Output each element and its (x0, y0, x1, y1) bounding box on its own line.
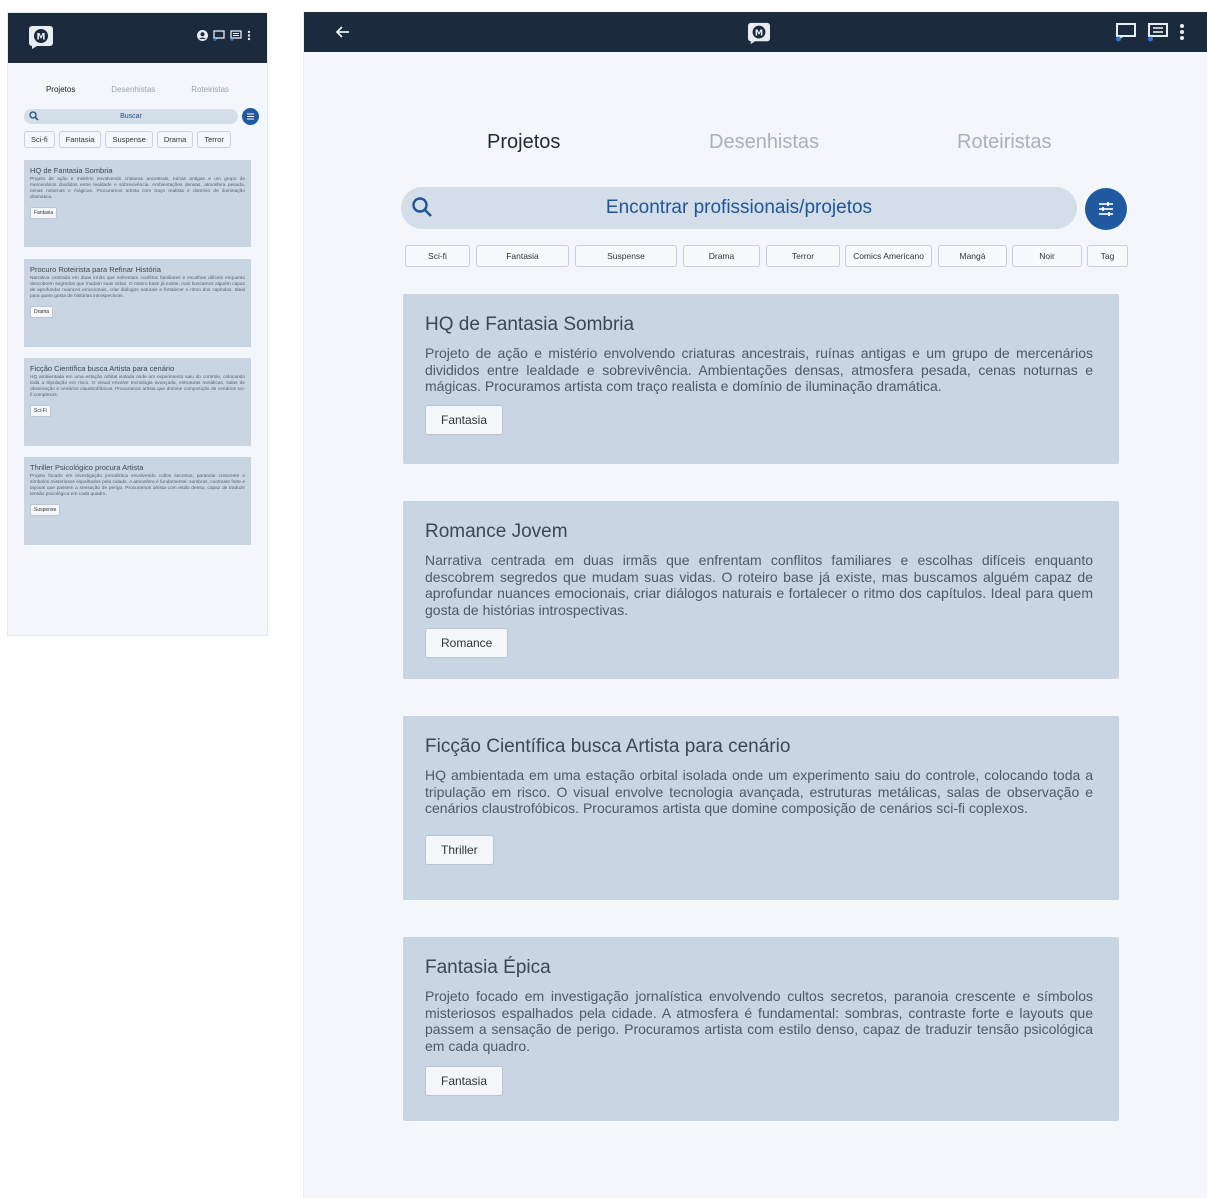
card-description: Projeto de ação e mistério envolvendo cr… (425, 345, 1093, 394)
more-vert-icon[interactable] (1179, 23, 1185, 41)
search-placeholder: Encontrar profissionais/projetos (605, 197, 873, 218)
card-tag[interactable]: Fantasia (425, 1066, 504, 1096)
tab-projetos[interactable]: Projetos (487, 131, 560, 154)
card-title: HQ de Fantasia Sombria (425, 314, 635, 335)
project-card[interactable]: Procuro Roteirista para Refinar História… (24, 259, 251, 347)
messages-icon[interactable] (230, 30, 242, 41)
chip-suspense[interactable]: Suspense (575, 245, 677, 267)
card-tag[interactable]: Suspense (30, 504, 61, 516)
card-title: Ficção Científica busca Artista para cen… (30, 364, 175, 373)
card-description: Projeto focado em investigação jornalíst… (30, 474, 245, 497)
search-icon (29, 111, 39, 121)
chip-tag[interactable]: Tag (1087, 245, 1128, 267)
card-description: Projeto focado em investigação jornalíst… (425, 988, 1093, 1054)
search-input[interactable]: Encontrar profissionais/projetos (401, 187, 1077, 229)
chip-comics-americano[interactable]: Comics Americano (845, 245, 932, 267)
app-bar: M (304, 12, 1207, 52)
project-card[interactable]: HQ de Fantasia Sombria Projeto de ação e… (403, 294, 1119, 464)
filter-sliders-icon (1099, 202, 1113, 216)
card-title: Romance Jovem (425, 521, 568, 542)
chat-icon[interactable] (213, 30, 225, 41)
project-card[interactable]: Ficção Científica busca Artista para cen… (24, 358, 251, 446)
tablet-screen: M Projetos Desenhistas Roteiristas Encon… (303, 12, 1207, 1198)
chip-noir[interactable]: Noir (1012, 245, 1082, 267)
svg-text:M: M (755, 27, 763, 37)
tab-bar: Projetos Desenhistas Roteiristas (28, 85, 247, 94)
chip-fantasia[interactable]: Fantasia (476, 245, 569, 267)
tab-projetos[interactable]: Projetos (40, 85, 81, 94)
project-card[interactable]: Romance Jovem Narrativa centrada em duas… (403, 501, 1119, 679)
project-card[interactable]: Fantasia Épica Projeto focado em investi… (403, 937, 1119, 1121)
chip-drama[interactable]: Drama (683, 245, 760, 267)
tab-roteiristas[interactable]: Roteiristas (957, 131, 1051, 154)
more-vert-icon[interactable] (247, 30, 251, 41)
card-title: Procuro Roteirista para Refinar História (30, 265, 161, 274)
chip-suspense[interactable]: Suspense (105, 131, 153, 148)
card-description: HQ ambientada em uma estação orbital iso… (30, 375, 245, 398)
card-title: Thriller Psicológico procura Artista (30, 463, 144, 472)
card-tag[interactable]: Fantasia (30, 207, 58, 219)
arrow-back-icon[interactable] (334, 23, 352, 41)
project-card[interactable]: Thriller Psicológico procura Artista Pro… (24, 457, 251, 545)
card-tag[interactable]: Drama (30, 306, 54, 318)
chip-terror[interactable]: Terror (197, 131, 231, 148)
chip-sci-fi[interactable]: Sci-fi (24, 131, 55, 148)
filter-sliders-icon (247, 113, 254, 120)
search-placeholder: Buscar (120, 113, 142, 120)
project-card[interactable]: HQ de Fantasia Sombria Projeto de ação e… (24, 160, 251, 247)
app-bar: M (8, 13, 267, 63)
card-title: Ficção Científica busca Artista para cen… (425, 736, 791, 757)
card-title: HQ de Fantasia Sombria (30, 166, 113, 175)
card-title: Fantasia Épica (425, 957, 551, 978)
card-tag[interactable]: Thriller (425, 834, 494, 865)
card-description: Projeto de ação e mistério envolvendo cr… (30, 177, 245, 200)
tab-desenhistas[interactable]: Desenhistas (709, 131, 819, 154)
chip-terror[interactable]: Terror (766, 245, 840, 267)
card-tag[interactable]: Fantasia (425, 404, 504, 435)
card-tag[interactable]: Romance (425, 628, 509, 658)
search-input[interactable]: Buscar (24, 109, 238, 124)
card-description: Narrativa centrada em duas irmãs que enf… (30, 276, 245, 299)
card-tag[interactable]: Sci-Fi (30, 405, 51, 417)
tab-roteiristas[interactable]: Roteiristas (185, 85, 235, 94)
filter-button[interactable] (1085, 188, 1127, 230)
logo-icon: M (748, 22, 770, 44)
card-description: HQ ambientada em uma estação orbital iso… (425, 767, 1093, 816)
phone-screen: M Projetos Desenhistas Roteiristas Busca… (7, 12, 268, 636)
logo-icon: M (29, 26, 53, 49)
chip-manga[interactable]: Mangá (938, 245, 1007, 267)
chat-icon[interactable] (1115, 22, 1137, 42)
tab-desenhistas[interactable]: Desenhistas (105, 85, 161, 94)
project-card[interactable]: Ficção Científica busca Artista para cen… (403, 716, 1119, 900)
chip-drama[interactable]: Drama (156, 131, 194, 148)
profile-icon[interactable] (197, 30, 208, 41)
svg-text:M: M (37, 33, 46, 43)
card-description: Narrativa centrada em duas irmãs que enf… (425, 552, 1093, 618)
messages-icon[interactable] (1147, 22, 1169, 42)
filter-button[interactable] (242, 108, 259, 125)
genre-chips: Sci-fi Fantasia Suspense Drama Terror (24, 131, 267, 148)
chip-sci-fi[interactable]: Sci-fi (405, 245, 470, 267)
chip-fantasia[interactable]: Fantasia (58, 131, 102, 148)
